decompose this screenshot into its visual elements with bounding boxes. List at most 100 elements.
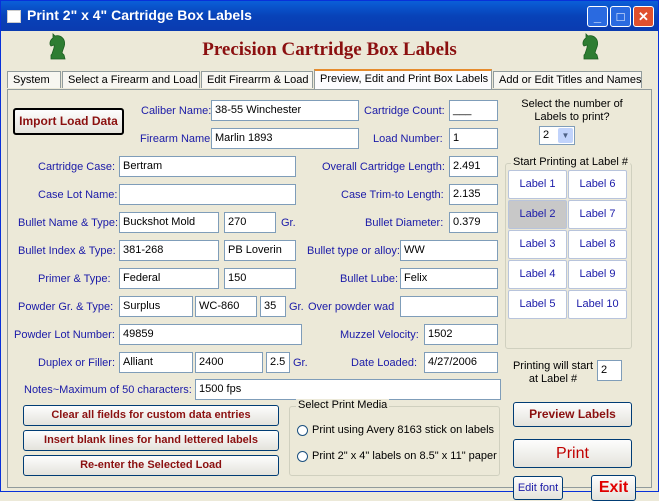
label-cell-4[interactable]: Label 4 (508, 260, 567, 289)
bullet-diameter-field[interactable]: 0.379 (449, 212, 498, 233)
insert-blank-lines-button[interactable]: Insert blank lines for hand lettered lab… (23, 430, 279, 451)
notes-label: Notes~Maximum of 50 characters: (24, 384, 192, 396)
bullet-lube-label: Bullet Lube: (340, 273, 399, 285)
cartridge-count-field[interactable]: ___ (449, 100, 498, 121)
case-lot-name-label: Case Lot Name: (38, 189, 118, 201)
tab-titles-names[interactable]: Add or Edit Titles and Names (493, 71, 642, 88)
edit-font-button[interactable]: Edit font (513, 476, 563, 500)
duplex-label: Duplex or Filler: (38, 357, 116, 369)
window-title: Print 2" x 4" Cartridge Box Labels (27, 7, 252, 23)
caliber-name-field[interactable]: 38-55 Winchester (211, 100, 359, 121)
paper-radio[interactable] (297, 451, 308, 462)
date-loaded-label: Date Loaded: (351, 357, 418, 369)
bullet-type-field[interactable]: PB Loverin (224, 240, 296, 261)
avery-radio[interactable] (297, 425, 308, 436)
app-header-title: Precision Cartridge Box Labels (202, 39, 457, 60)
bullet-index-label: Bullet Index & Type: (18, 245, 116, 257)
trim-length-field[interactable]: 2.135 (449, 184, 498, 205)
label-cell-5[interactable]: Label 5 (508, 290, 567, 319)
bullet-name-label: Bullet Name & Type: (18, 217, 119, 229)
powder-label: Powder Gr. & Type: (18, 301, 114, 313)
chess-knight-icon (582, 33, 599, 60)
notes-field[interactable]: 1500 fps (195, 379, 501, 400)
firearm-name-field[interactable]: Marlin 1893 (211, 128, 359, 149)
avery-option-label[interactable]: Print using Avery 8163 stick on labels (312, 424, 494, 436)
date-loaded-field[interactable]: 4/27/2006 (424, 352, 498, 373)
start-at-label: Printing will start at Label # (512, 360, 594, 385)
over-powder-field[interactable] (400, 296, 498, 317)
cartridge-case-label: Cartridge Case: (38, 161, 116, 173)
label-cell-3[interactable]: Label 3 (508, 230, 567, 259)
chevron-down-icon[interactable]: ▼ (558, 128, 573, 143)
cartridge-case-field[interactable]: Bertram (119, 156, 296, 177)
preview-labels-button[interactable]: Preview Labels (513, 402, 632, 427)
tab-strip: System Select a Firearm and Load Edit Fi… (7, 69, 652, 89)
close-button[interactable]: ✕ (633, 6, 654, 27)
primer-field[interactable]: Federal (119, 268, 219, 289)
muzzle-velocity-label: Muzzel Velocity: (340, 329, 419, 341)
duplex-type-field[interactable]: 2400 (195, 352, 263, 373)
trim-length-label: Case Trim-to Length: (341, 189, 444, 201)
labels-to-print-select[interactable]: 2 ▼ (539, 126, 575, 145)
print-media-title: Select Print Media (296, 399, 390, 411)
bullet-weight-field[interactable]: 270 (224, 212, 276, 233)
duplex-field[interactable]: Alliant (119, 352, 193, 373)
tab-system[interactable]: System (7, 71, 61, 88)
app-window: Print 2" x 4" Cartridge Box Labels _ □ ✕… (0, 0, 659, 501)
overall-length-label: Overall Cartridge Length: (322, 161, 445, 173)
muzzle-velocity-field[interactable]: 1502 (424, 324, 498, 345)
duplex-grain-unit: Gr. (293, 357, 308, 369)
client-area: Precision Cartridge Box Labels System Se… (4, 31, 655, 501)
start-at-field[interactable]: 2 (597, 360, 622, 381)
powder-grain-unit: Gr. (289, 301, 304, 313)
load-number-field[interactable]: 1 (449, 128, 498, 149)
paper-option-label[interactable]: Print 2" x 4" labels on 8.5" x 11" paper (312, 450, 497, 462)
primer-label: Primer & Type: (38, 273, 111, 285)
app-icon (7, 10, 21, 23)
caliber-name-label: Caliber Name: (141, 105, 212, 117)
over-powder-label: Over powder wad (308, 301, 395, 313)
labels-to-print-value: 2 (543, 129, 550, 141)
powder-grains-field[interactable]: 35 (260, 296, 286, 317)
labels-to-print-label: Select the number of Labels to print? (521, 98, 623, 123)
powder-type-field[interactable]: WC-860 (195, 296, 257, 317)
cartridge-count-label: Cartridge Count: (364, 105, 445, 117)
tab-select-firearm[interactable]: Select a Firearm and Load (62, 71, 200, 88)
powder-lot-field[interactable]: 49859 (119, 324, 302, 345)
print-media-group (289, 406, 500, 476)
tab-preview-print[interactable]: Preview, Edit and Print Box Labels (314, 69, 492, 89)
label-cell-2[interactable]: Label 2 (508, 200, 567, 229)
bullet-index-field[interactable]: 381-268 (119, 240, 219, 261)
exit-button[interactable]: Exit (591, 475, 636, 501)
bullet-diameter-label: Bullet Diameter: (365, 217, 444, 229)
label-cell-9[interactable]: Label 9 (568, 260, 627, 289)
duplex-grains-field[interactable]: 2.5 (266, 352, 290, 373)
label-cell-6[interactable]: Label 6 (568, 170, 627, 199)
load-number-label: Load Number: (373, 133, 443, 145)
case-lot-name-field[interactable] (119, 184, 296, 205)
bullet-alloy-field[interactable]: WW (400, 240, 498, 261)
bullet-alloy-label: Bullet type or alloy: (307, 245, 400, 257)
start-label-title: Start Printing at Label # (511, 156, 630, 168)
maximize-button[interactable]: □ (610, 6, 631, 27)
primer-type-field[interactable]: 150 (224, 268, 296, 289)
label-cell-1[interactable]: Label 1 (508, 170, 567, 199)
powder-lot-label: Powder Lot Number: (14, 329, 115, 341)
clear-fields-button[interactable]: Clear all fields for custom data entries (23, 405, 279, 426)
bullet-lube-field[interactable]: Felix (400, 268, 498, 289)
bullet-name-field[interactable]: Buckshot Mold (119, 212, 219, 233)
firearm-name-label: Firearm Name: (140, 133, 214, 145)
overall-length-field[interactable]: 2.491 (449, 156, 498, 177)
label-cell-7[interactable]: Label 7 (568, 200, 627, 229)
import-load-data-button[interactable]: Import Load Data (13, 108, 124, 135)
powder-field[interactable]: Surplus (119, 296, 193, 317)
bullet-grain-unit: Gr. (281, 217, 296, 229)
label-cell-10[interactable]: Label 10 (568, 290, 627, 319)
reenter-load-button[interactable]: Re-enter the Selected Load (23, 455, 279, 476)
tab-edit-firearm[interactable]: Edit Firearrm & Load (201, 71, 313, 88)
tab-panel: Import Load Data Caliber Name: 38-55 Win… (7, 89, 652, 501)
title-bar: Print 2" x 4" Cartridge Box Labels _ □ ✕ (1, 1, 658, 31)
label-cell-8[interactable]: Label 8 (568, 230, 627, 259)
print-button[interactable]: Print (513, 439, 632, 468)
minimize-button[interactable]: _ (587, 6, 608, 27)
